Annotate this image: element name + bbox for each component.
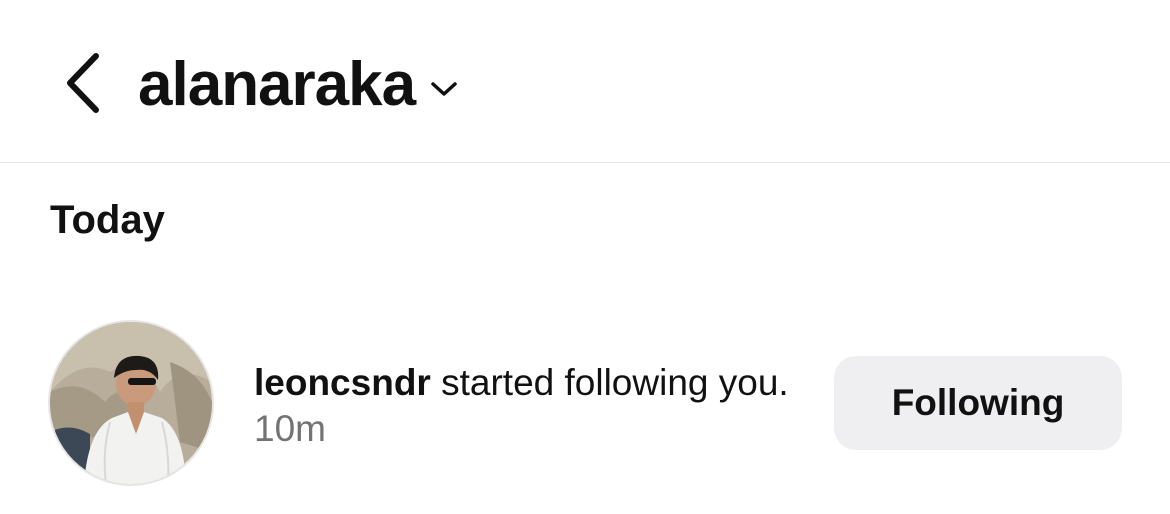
back-button[interactable] bbox=[56, 48, 112, 118]
chevron-down-icon bbox=[431, 82, 457, 96]
section-title: Today bbox=[50, 198, 165, 242]
notification-item[interactable]: leoncsndr started following you. 10m Fol… bbox=[0, 316, 1170, 492]
header: alanaraka bbox=[0, 0, 1170, 163]
notification-text: leoncsndr started following you. 10m bbox=[254, 360, 794, 452]
notification-username[interactable]: leoncsndr bbox=[254, 362, 431, 403]
avatar[interactable] bbox=[48, 320, 214, 486]
notification-message: started following you. bbox=[441, 362, 789, 403]
following-button[interactable]: Following bbox=[834, 356, 1122, 450]
account-switcher[interactable]: alanaraka bbox=[138, 40, 459, 130]
activity-screen: alanaraka Today leoncsndr started follow… bbox=[0, 0, 1170, 514]
chevron-left-icon bbox=[67, 53, 99, 113]
notification-timestamp: 10m bbox=[254, 408, 326, 449]
avatar-photo bbox=[50, 322, 212, 484]
page-title: alanaraka bbox=[138, 50, 416, 119]
